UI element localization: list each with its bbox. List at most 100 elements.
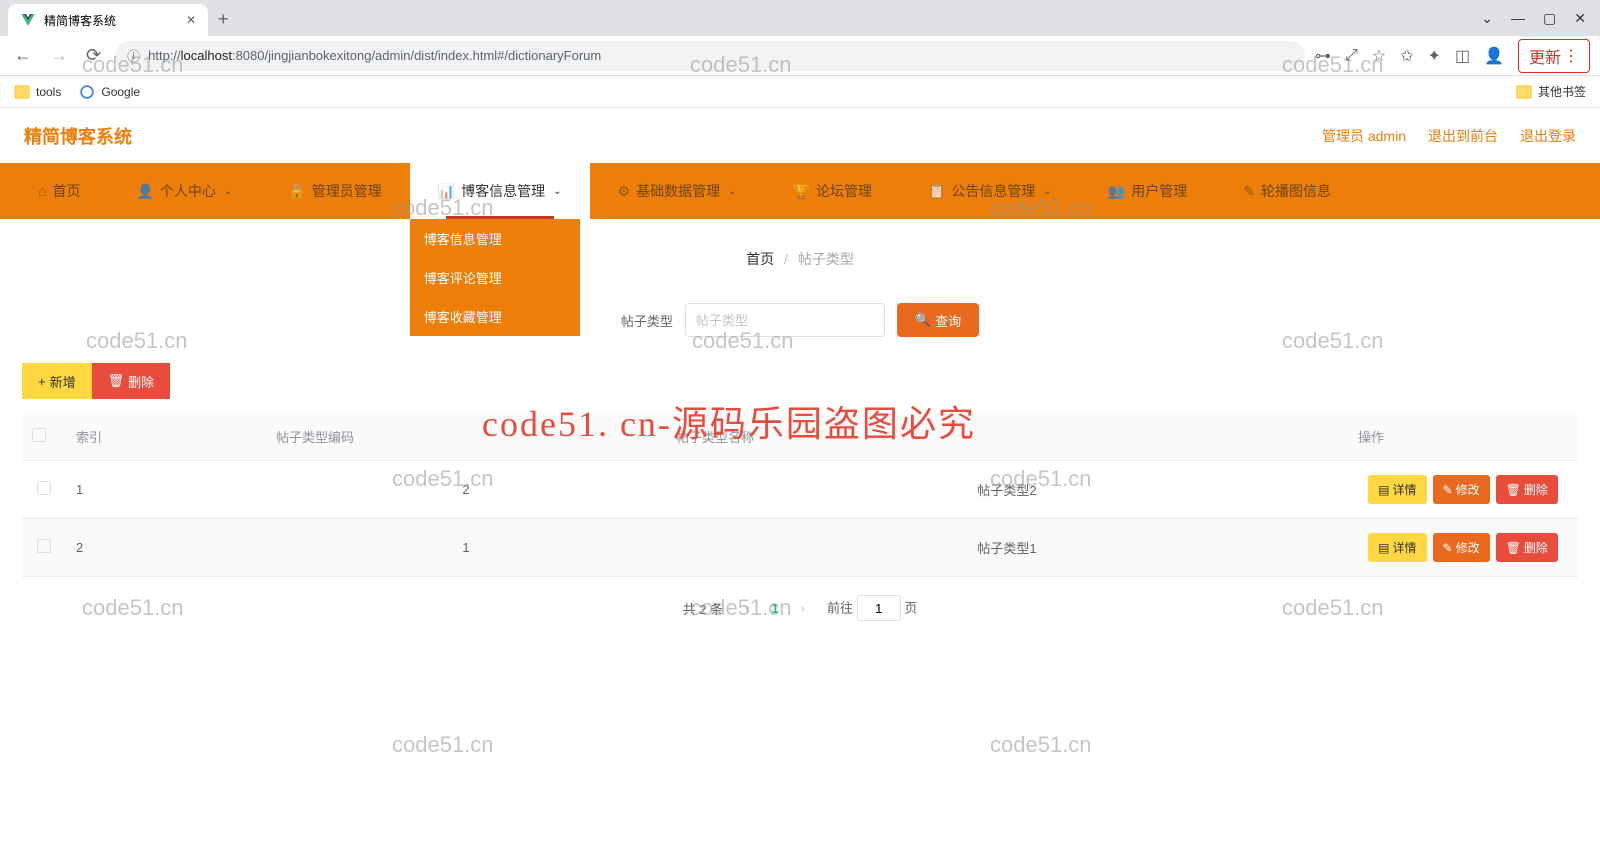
cell-index: 2 xyxy=(66,519,266,577)
nav-base-data[interactable]: ⚙基础数据管理⌄ xyxy=(590,163,765,219)
col-name: 帖子类型名称 xyxy=(666,413,1348,461)
users-icon: 👥 xyxy=(1108,183,1125,200)
cell-code: 1 xyxy=(266,519,666,577)
trash-icon: 🗑 xyxy=(1506,483,1521,497)
breadcrumb-home[interactable]: 首页 xyxy=(746,251,774,267)
edit-button[interactable]: ✎修改 xyxy=(1433,475,1490,504)
update-button[interactable]: 更新 ⋮ xyxy=(1518,39,1590,73)
detail-button[interactable]: ▤详情 xyxy=(1368,533,1426,562)
app-header: 精简博客系统 管理员 admin 退出到前台 退出登录 xyxy=(0,108,1600,163)
folder-icon xyxy=(14,85,30,99)
folder-icon xyxy=(1516,85,1532,99)
data-table: 索引 帖子类型编码 帖子类型名称 操作 1 2 帖子类型2 ▤详情 ✎修改 🗑删… xyxy=(22,413,1578,577)
window-controls: ⌄ — ▢ ✕ xyxy=(1467,0,1600,36)
delete-bulk-button[interactable]: 🗑删除 xyxy=(92,363,171,399)
extensions-icon[interactable]: ✦ xyxy=(1428,46,1441,66)
pagination-prev[interactable]: ‹ xyxy=(739,601,755,616)
share-icon[interactable]: ☆ xyxy=(1372,46,1386,66)
cell-code: 2 xyxy=(266,461,666,519)
cell-name: 帖子类型2 xyxy=(666,461,1348,519)
nav-blog-info[interactable]: 📊博客信息管理⌄ 博客信息管理 博客评论管理 博客收藏管理 xyxy=(410,163,590,219)
forward-button[interactable]: → xyxy=(46,41,72,70)
watermark: code51.cn xyxy=(392,732,494,758)
pagination-goto-input[interactable] xyxy=(857,595,901,621)
add-button[interactable]: +新增 xyxy=(22,363,92,399)
table-row: 1 2 帖子类型2 ▤详情 ✎修改 🗑删除 xyxy=(22,461,1578,519)
search-url-icon[interactable]: ⤢ xyxy=(1345,47,1358,65)
google-icon xyxy=(79,84,95,100)
chevron-down-icon: ⌄ xyxy=(553,186,561,197)
delete-button[interactable]: 🗑删除 xyxy=(1496,475,1558,504)
chevron-down-icon[interactable]: ⌄ xyxy=(1481,10,1493,27)
side-panel-icon[interactable]: ◫ xyxy=(1455,46,1470,66)
minimize-icon[interactable]: — xyxy=(1511,10,1525,26)
bookmark-tools[interactable]: tools xyxy=(14,85,61,99)
pagination-next[interactable]: › xyxy=(795,601,811,616)
pencil-icon: ✎ xyxy=(1443,541,1453,555)
reload-button[interactable]: ⟳ xyxy=(82,41,105,70)
trash-icon: 🗑 xyxy=(108,373,125,389)
nav-users[interactable]: 👥用户管理 xyxy=(1080,163,1215,219)
main-nav: ⌂首页 👤个人中心⌄ 🔒管理员管理 📊博客信息管理⌄ 博客信息管理 博客评论管理… xyxy=(0,163,1600,219)
nav-notice[interactable]: 📋公告信息管理⌄ xyxy=(900,163,1080,219)
key-icon[interactable]: ⊶ xyxy=(1315,46,1331,66)
close-window-icon[interactable]: ✕ xyxy=(1574,10,1586,27)
blog-info-dropdown: 博客信息管理 博客评论管理 博客收藏管理 xyxy=(410,219,580,336)
bookmark-google[interactable]: Google xyxy=(79,84,140,100)
pagination: 共 2 条 ‹ 1 › 前往 页 xyxy=(22,595,1578,621)
edit-icon: ✎ xyxy=(1243,183,1255,200)
nav-home[interactable]: ⌂首页 xyxy=(10,163,108,219)
url-input[interactable]: ⓘ http://localhost:8080/jingjianbokexito… xyxy=(115,41,1305,71)
row-checkbox[interactable] xyxy=(37,481,51,495)
to-frontend-link[interactable]: 退出到前台 xyxy=(1428,126,1498,146)
tab-title: 精简博客系统 xyxy=(44,12,116,29)
close-tab-icon[interactable]: ✕ xyxy=(186,13,196,27)
search-button[interactable]: 🔍查询 xyxy=(897,303,979,337)
row-checkbox[interactable] xyxy=(37,539,51,553)
pencil-icon: ✎ xyxy=(1443,483,1453,497)
nav-profile[interactable]: 👤个人中心⌄ xyxy=(108,163,260,219)
cell-index: 1 xyxy=(66,461,266,519)
select-all-checkbox[interactable] xyxy=(32,428,46,442)
cell-name: 帖子类型1 xyxy=(666,519,1348,577)
nav-admin[interactable]: 🔒管理员管理 xyxy=(260,163,409,219)
edit-button[interactable]: ✎修改 xyxy=(1433,533,1490,562)
chevron-down-icon: ⌄ xyxy=(1043,186,1051,197)
chevron-down-icon: ⌄ xyxy=(224,186,232,197)
dropdown-blog-info[interactable]: 博客信息管理 xyxy=(410,219,580,258)
maximize-icon[interactable]: ▢ xyxy=(1543,10,1556,27)
gear-icon: ⚙ xyxy=(618,183,631,200)
delete-button[interactable]: 🗑删除 xyxy=(1496,533,1558,562)
new-tab-button[interactable]: + xyxy=(208,3,239,36)
search-icon: 🔍 xyxy=(915,312,931,328)
dropdown-blog-comment[interactable]: 博客评论管理 xyxy=(410,258,580,297)
logout-link[interactable]: 退出登录 xyxy=(1520,126,1576,146)
filter-label: 帖子类型 xyxy=(621,311,673,330)
tab-bar: 精简博客系统 ✕ + ⌄ — ▢ ✕ xyxy=(0,0,1600,36)
filter-input[interactable] xyxy=(685,303,885,337)
pagination-page[interactable]: 1 xyxy=(771,601,778,616)
trophy-icon: 🏆 xyxy=(793,183,810,200)
home-icon: ⌂ xyxy=(38,183,46,199)
doc-icon: ▤ xyxy=(1378,483,1389,497)
clipboard-icon: 📋 xyxy=(928,183,945,200)
watermark: code51.cn xyxy=(990,732,1092,758)
detail-button[interactable]: ▤详情 xyxy=(1368,475,1426,504)
plus-icon: + xyxy=(38,374,46,389)
bookmarks-bar: tools Google 其他书签 xyxy=(0,76,1600,108)
trash-icon: 🗑 xyxy=(1506,541,1521,555)
dropdown-blog-favorite[interactable]: 博客收藏管理 xyxy=(410,297,580,336)
profile-icon[interactable]: 👤 xyxy=(1484,46,1504,66)
browser-tab[interactable]: 精简博客系统 ✕ xyxy=(8,4,208,36)
nav-carousel[interactable]: ✎轮播图信息 xyxy=(1215,163,1359,219)
nav-forum[interactable]: 🏆论坛管理 xyxy=(765,163,900,219)
col-code: 帖子类型编码 xyxy=(266,413,666,461)
address-bar: ← → ⟳ ⓘ http://localhost:8080/jingjianbo… xyxy=(0,36,1600,76)
back-button[interactable]: ← xyxy=(10,41,36,70)
browser-chrome: 精简博客系统 ✕ + ⌄ — ▢ ✕ ← → ⟳ ⓘ http://localh… xyxy=(0,0,1600,108)
lock-icon: 🔒 xyxy=(288,183,305,200)
bookmark-icon[interactable]: ✩ xyxy=(1400,46,1413,66)
table-row: 2 1 帖子类型1 ▤详情 ✎修改 🗑删除 xyxy=(22,519,1578,577)
admin-label[interactable]: 管理员 admin xyxy=(1322,126,1406,146)
bookmark-other[interactable]: 其他书签 xyxy=(1516,83,1586,100)
